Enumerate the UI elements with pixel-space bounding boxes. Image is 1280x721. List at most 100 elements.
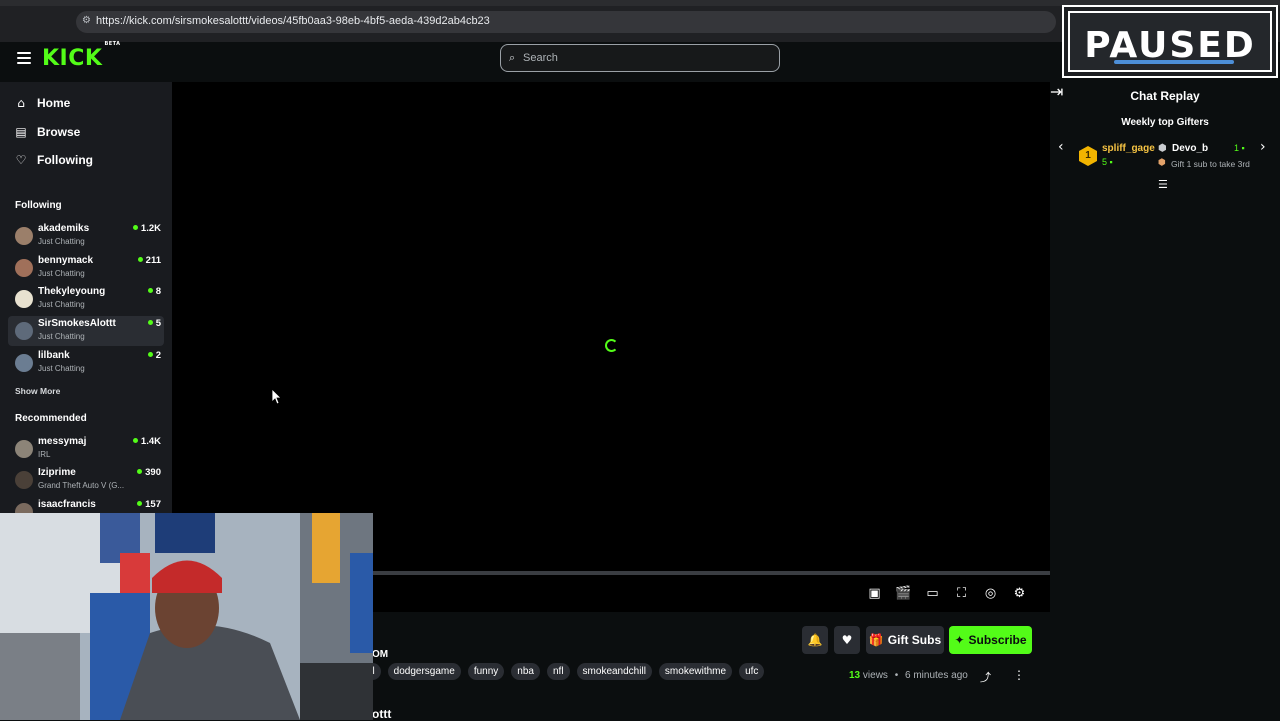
address-bar[interactable]: ⚙ https://kick.com/sirsmokesalottt/video…: [76, 11, 1056, 33]
viewer-count-value: 5: [155, 318, 161, 329]
rank-badge-icon: ⬢: [1158, 143, 1167, 154]
viewer-count: 390: [137, 467, 161, 478]
viewer-count-value: 8: [155, 286, 161, 297]
miniplayer-icon[interactable]: ▣: [860, 586, 889, 606]
viewer-count: 5: [147, 318, 161, 329]
paused-bar: [1114, 60, 1234, 64]
webcam-overlay: [0, 513, 373, 720]
chevron-left-icon[interactable]: ‹: [1058, 139, 1064, 155]
channel-category: Just Chatting: [38, 364, 85, 373]
tag[interactable]: dodgersgame: [387, 663, 461, 680]
channel-item-lilbank[interactable]: lilbank Just Chatting 2: [8, 348, 164, 378]
avatar: [15, 227, 33, 245]
viewer-count-value: 157: [145, 499, 161, 510]
channel-name-fragment: ottt: [372, 707, 392, 721]
loading-spinner-icon: [605, 339, 618, 352]
video-meta: 13 views • 6 minutes ago: [849, 670, 968, 681]
channel-item-messymaj[interactable]: messymaj IRL 1.4K: [8, 434, 164, 464]
channel-name: akademiks: [38, 223, 90, 234]
follow-button[interactable]: ♥: [834, 626, 860, 654]
channel-item-akademiks[interactable]: akademiks Just Chatting 1.2K: [8, 221, 164, 251]
browse-icon: ▤: [15, 125, 27, 139]
logo-text: KICK: [42, 46, 103, 71]
gift-subs-button[interactable]: 🎁 Gift Subs: [866, 626, 944, 654]
paused-overlay: PAUSED: [1062, 5, 1278, 78]
clip-icon[interactable]: 🎬: [889, 586, 918, 606]
tag-list: ill dodgersgame funny nba nfl smokeandch…: [366, 663, 771, 680]
avatar: [15, 440, 33, 458]
search-icon: ⌕: [509, 51, 516, 64]
kick-logo[interactable]: KICKBETA: [42, 41, 121, 71]
home-icon: ⌂: [17, 96, 25, 110]
viewer-count: 1.4K: [132, 436, 161, 447]
channel-name: SirSmokesAlottt: [38, 318, 116, 329]
rank-badge-icon: ⬢: [1158, 158, 1166, 168]
live-dot: [137, 257, 143, 262]
subscribe-button[interactable]: ✦ Subscribe: [949, 626, 1032, 654]
player-controls: ▣ 🎬 ▭ ⛶ ◎ ⚙: [860, 586, 1034, 606]
gifter-name[interactable]: spliff_gage: [1102, 143, 1155, 154]
tag[interactable]: funny: [467, 663, 505, 680]
channel-item-sirsmokesalottt[interactable]: SirSmokesAlottt Just Chatting 5: [8, 316, 164, 346]
nav-home[interactable]: ⌂ Home: [14, 93, 70, 113]
menu-icon[interactable]: [17, 52, 31, 64]
channel-category: Just Chatting: [38, 237, 85, 246]
filter-icon[interactable]: ☰: [1158, 178, 1168, 191]
playback-speed-icon[interactable]: ◎: [976, 586, 1005, 606]
share-icon[interactable]: ⤴: [980, 669, 991, 685]
channel-item-iziprime[interactable]: Iziprime Grand Theft Auto V (G... 390: [8, 465, 164, 495]
channel-item-bennymack[interactable]: bennymack Just Chatting 211: [8, 253, 164, 283]
time-ago: 6 minutes ago: [905, 670, 968, 681]
paused-frame: PAUSED: [1068, 11, 1272, 72]
more-options-icon[interactable]: ⋮: [1013, 668, 1025, 682]
viewer-count-value: 390: [145, 467, 161, 478]
viewer-count-value: 1.4K: [140, 436, 161, 447]
theater-mode-icon[interactable]: ▭: [918, 586, 947, 606]
tag[interactable]: smokeandchill: [576, 663, 652, 680]
channel-category: Grand Theft Auto V (G...: [38, 481, 125, 490]
search-input[interactable]: [523, 49, 763, 67]
site-info-icon[interactable]: ⚙: [82, 15, 94, 29]
notification-button[interactable]: 🔔: [802, 626, 828, 654]
tag[interactable]: nfl: [546, 663, 570, 680]
url-text: https://kick.com/sirsmokesalottt/videos/…: [96, 15, 490, 27]
show-more-link[interactable]: Show More: [15, 386, 60, 396]
live-dot: [147, 288, 153, 293]
gifter-name[interactable]: Devo_b: [1172, 143, 1208, 154]
views-label: views: [862, 670, 888, 681]
channel-name: bennymack: [38, 255, 94, 266]
tag[interactable]: nba: [511, 663, 540, 680]
avatar: [15, 471, 33, 489]
following-heading: Following: [15, 200, 62, 211]
gift-prompt: Gift 1 sub to take 3rd: [1171, 159, 1250, 169]
avatar: [15, 354, 33, 372]
meta-separator: •: [894, 670, 899, 681]
webcam-image: [0, 513, 373, 720]
channel-category: Just Chatting: [38, 332, 85, 341]
chevron-right-icon[interactable]: ›: [1260, 139, 1266, 155]
viewer-count-value: 2: [155, 350, 161, 361]
gifters-heading: Weekly top Gifters: [1121, 117, 1209, 128]
tag[interactable]: smokewithme: [658, 663, 733, 680]
channel-item-thekyleyoung[interactable]: Thekyleyoung Just Chatting 8: [8, 284, 164, 314]
viewer-count-value: 211: [145, 255, 161, 266]
nav-following[interactable]: ♡ Following: [14, 150, 93, 170]
viewer-count: 157: [137, 499, 161, 510]
heart-icon: ♡: [15, 153, 27, 167]
channel-name: messymaj: [38, 436, 87, 447]
fullscreen-icon[interactable]: ⛶: [947, 586, 976, 606]
subscribe-label: Subscribe: [968, 633, 1027, 647]
views-count: 13: [849, 670, 861, 681]
channel-title-fragment: OM: [372, 649, 389, 660]
tag[interactable]: ufc: [739, 663, 765, 680]
viewer-count: 1.2K: [132, 223, 161, 234]
settings-icon[interactable]: ⚙: [1005, 586, 1034, 606]
progress-bar[interactable]: [373, 571, 1050, 575]
gift-icon: 🎁: [868, 633, 884, 647]
live-dot: [147, 320, 153, 325]
live-dot: [137, 469, 143, 474]
gift-subs-label: Gift Subs: [887, 633, 942, 647]
search-box[interactable]: ⌕: [500, 44, 780, 72]
nav-browse[interactable]: ▤ Browse: [14, 122, 80, 142]
channel-category: Just Chatting: [38, 300, 85, 309]
